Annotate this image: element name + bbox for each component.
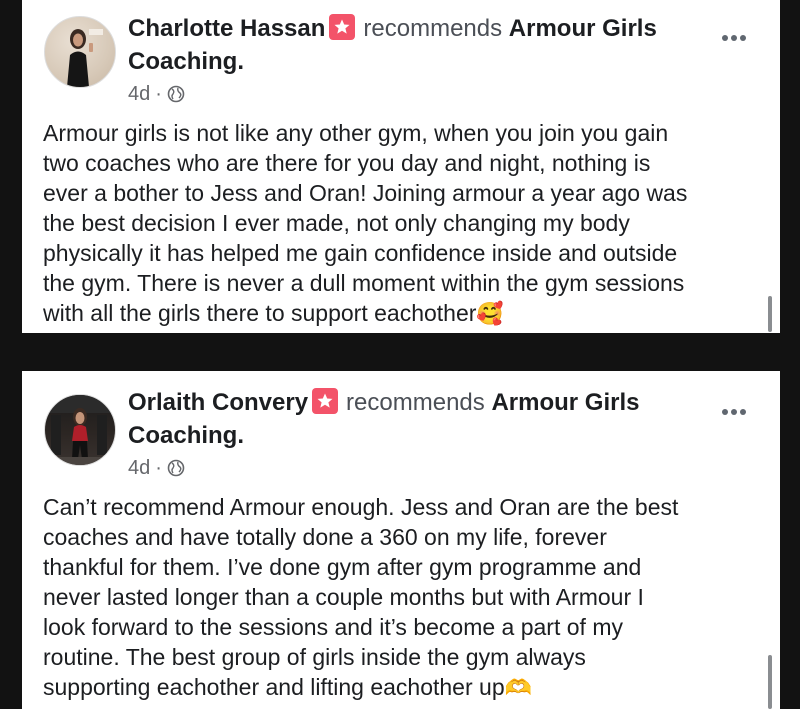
avatar[interactable] [44, 394, 116, 466]
smiling-hearts-emoji: 🥰 [476, 302, 504, 327]
review-text: Armour girls is not like any other gym, … [43, 118, 763, 330]
author-name[interactable]: Charlotte Hassan [128, 15, 325, 42]
more-options-icon[interactable] [722, 28, 752, 41]
meta-separator: · [155, 457, 162, 479]
review-card: Orlaith Convery recommends Armour Girls C… [22, 371, 780, 709]
post-meta: 4d · [128, 82, 185, 106]
post-meta: 4d · [128, 456, 185, 480]
recommends-label: recommends [346, 389, 485, 416]
scrollbar[interactable] [768, 296, 772, 332]
globe-icon [167, 85, 185, 103]
review-text: Can’t recommend Armour enough. Jess and … [43, 492, 763, 704]
review-body: Armour girls is not like any other gym, … [43, 120, 688, 326]
scrollbar[interactable] [768, 655, 772, 709]
review-body: Can’t recommend Armour enough. Jess and … [43, 494, 679, 700]
author-name[interactable]: Orlaith Convery [128, 389, 308, 416]
timestamp[interactable]: 4d [128, 83, 150, 105]
star-badge-icon [329, 14, 356, 40]
heart-hands-emoji: 🫶 [504, 676, 533, 701]
more-options-icon[interactable] [722, 402, 752, 415]
meta-separator: · [155, 83, 162, 105]
post-header: Orlaith Convery recommends Armour Girls C… [128, 386, 698, 452]
post-header: Charlotte Hassan recommends Armour Girls … [128, 12, 698, 78]
avatar[interactable] [44, 16, 116, 88]
recommends-label: recommends [363, 15, 503, 42]
timestamp[interactable]: 4d [128, 457, 150, 479]
review-card: Charlotte Hassan recommends Armour Girls … [22, 0, 780, 333]
globe-icon [167, 459, 185, 477]
star-badge-icon [312, 388, 339, 414]
